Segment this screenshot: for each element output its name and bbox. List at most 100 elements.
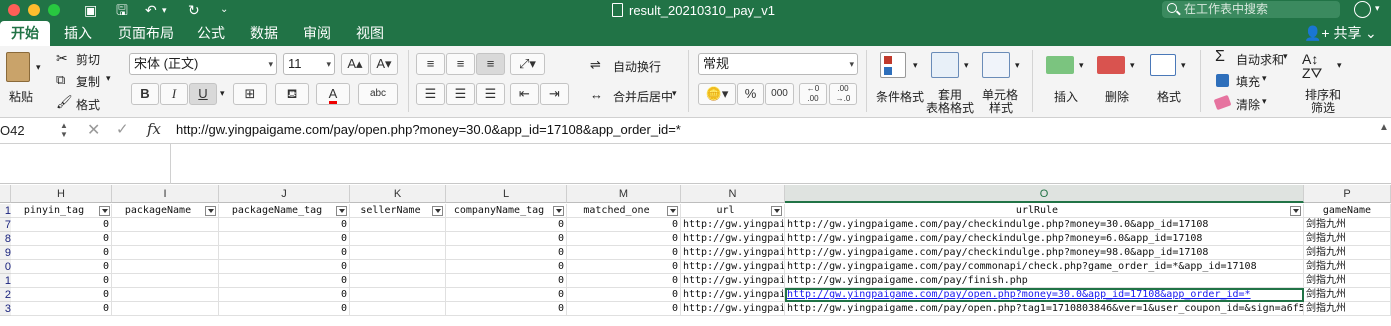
table-cell[interactable] [350,274,446,288]
column-header-h[interactable]: H [11,185,112,203]
accounting-format-button[interactable]: 🪙▾ [698,83,736,105]
row-header[interactable]: 7 [0,218,11,232]
table-cell[interactable]: 0 [11,246,112,260]
table-cell[interactable]: 0 [219,260,350,274]
search-input[interactable]: 在工作表中搜索 [1162,1,1340,18]
underline-dropdown-icon[interactable]: ▾ [220,88,225,99]
chevron-down-icon[interactable]: ▾ [1337,60,1342,71]
paste-dropdown-icon[interactable]: ▾ [36,62,41,73]
table-cell[interactable]: http://gw.yingpai [681,218,785,232]
collapse-formula-bar-icon[interactable]: ▲ [1379,122,1389,133]
table-cell[interactable]: 0 [446,288,567,302]
table-cell[interactable]: 0 [219,288,350,302]
feedback-smile-icon[interactable] [1354,1,1371,18]
font-color-button[interactable]: A [316,83,350,105]
filter-dropdown-icon[interactable] [99,206,110,216]
cancel-entry-icon[interactable]: ✕ [87,120,100,140]
filter-dropdown-icon[interactable] [667,206,678,216]
table-header-cell[interactable]: sellerName [350,204,446,218]
filter-dropdown-icon[interactable] [432,206,443,216]
insert-cells-button[interactable]: 插入 [1054,88,1078,105]
column-header-j[interactable]: J [219,185,350,203]
chevron-down-icon[interactable]: ▾ [1283,51,1288,62]
underline-button[interactable]: U [189,83,217,105]
table-cell[interactable]: 0 [219,232,350,246]
fill-button[interactable]: 填充 [1236,73,1260,90]
tab-view[interactable]: 视图 [345,21,395,46]
table-header-cell[interactable]: companyName_tag [446,204,567,218]
delete-cells-button[interactable]: 删除 [1105,88,1129,105]
table-header-cell[interactable]: urlRule [785,204,1304,218]
formula-bar-expanded-area[interactable] [0,144,1391,184]
name-box-stepper-icon[interactable]: ▲ ▼ [60,121,68,139]
italic-button[interactable]: I [160,83,188,105]
row-header[interactable]: 3 [0,302,11,316]
chevron-down-icon[interactable]: ▾ [1130,60,1135,71]
table-cell[interactable] [112,260,219,274]
zoom-window-button[interactable] [48,4,60,16]
table-cell[interactable]: http://gw.yingpaigame.com/pay/checkindul… [785,246,1304,260]
table-cell[interactable]: http://gw.yingpaigame.com/pay/open.php?t… [785,302,1304,316]
filter-dropdown-icon[interactable] [771,206,782,216]
tab-insert[interactable]: 插入 [53,21,103,46]
format-painter-button[interactable]: 格式 [76,96,100,113]
tab-home[interactable]: 开始 [0,21,50,46]
table-cell[interactable]: http://gw.yingpai [681,232,785,246]
autosum-button[interactable]: 自动求和 [1236,51,1284,68]
table-cell[interactable]: 0 [567,274,681,288]
table-cell[interactable]: 0 [567,260,681,274]
table-cell[interactable] [350,218,446,232]
table-cell[interactable]: 0 [11,260,112,274]
align-center-button[interactable]: ☰ [446,83,475,105]
format-cells-button[interactable]: 格式 [1157,88,1181,105]
table-cell[interactable]: 剑指九州 [1304,302,1391,316]
table-cell[interactable]: 剑指九州 [1304,274,1391,288]
chevron-down-icon[interactable]: ▾ [1262,96,1267,107]
tab-formulas[interactable]: 公式 [186,21,236,46]
table-cell[interactable] [350,232,446,246]
chevron-down-icon[interactable]: ▾ [1375,3,1380,14]
paste-label[interactable]: 粘贴 [9,88,33,105]
copy-dropdown-icon[interactable]: ▾ [106,73,111,84]
table-cell[interactable]: http://gw.yingpai [681,246,785,260]
table-cell[interactable]: 0 [567,218,681,232]
share-dropdown-icon[interactable]: ⌄ [1365,21,1377,46]
align-left-button[interactable]: ☰ [416,83,445,105]
column-header-n[interactable]: N [681,185,785,203]
table-cell[interactable] [112,302,219,316]
close-window-button[interactable] [8,4,20,16]
table-cell[interactable]: http://gw.yingpaigame.com/pay/finish.php [785,274,1304,288]
table-header-cell[interactable]: matched_one [567,204,681,218]
table-cell[interactable]: 0 [219,218,350,232]
table-cell[interactable] [112,274,219,288]
table-header-cell[interactable]: packageName [112,204,219,218]
chevron-down-icon[interactable]: ▾ [964,60,969,71]
table-cell[interactable]: 0 [446,302,567,316]
column-header-i[interactable]: I [112,185,219,203]
table-cell[interactable]: http://gw.yingpai [681,274,785,288]
row-header[interactable]: 8 [0,232,11,246]
chevron-down-icon[interactable]: ▾ [1079,60,1084,71]
increase-font-size-button[interactable]: A▴ [341,53,369,75]
save-icon[interactable]: 🖫 [116,1,128,19]
table-cell[interactable]: 剑指九州 [1304,260,1391,274]
wrap-text-button[interactable]: 自动换行 [613,58,661,75]
table-cell[interactable]: 0 [567,232,681,246]
table-header-cell[interactable]: url [681,204,785,218]
table-header-cell[interactable]: packageName_tag [219,204,350,218]
table-cell[interactable]: 0 [219,274,350,288]
filter-dropdown-icon[interactable] [1290,206,1301,216]
table-cell[interactable]: http://gw.yingpaigame.com/pay/checkindul… [785,218,1304,232]
align-right-button[interactable]: ☰ [476,83,505,105]
share-button[interactable]: 👤+ 共享 [1304,21,1362,46]
table-cell[interactable] [112,218,219,232]
table-cell[interactable]: http://gw.yingpai [681,288,785,302]
column-header-l[interactable]: L [446,185,567,203]
table-cell[interactable]: 0 [219,246,350,260]
table-cell[interactable]: 0 [567,302,681,316]
redo-icon[interactable]: ↻ [188,1,200,19]
table-cell[interactable]: 剑指九州 [1304,218,1391,232]
spreadsheet-grid[interactable]: H I J K L M N O P 1 pinyin_tag packageNa… [0,185,1391,326]
table-cell[interactable]: 0 [446,246,567,260]
row-header[interactable]: 2 [0,288,11,302]
